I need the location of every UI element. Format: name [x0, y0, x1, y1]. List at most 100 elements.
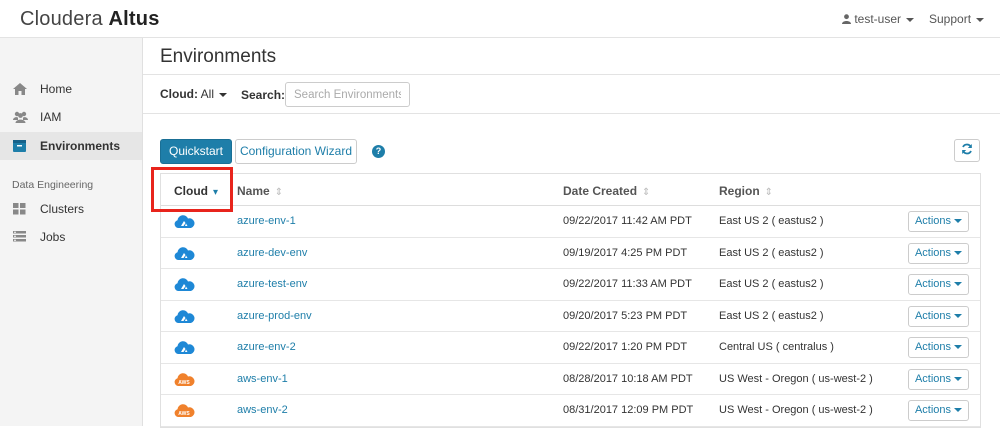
column-header-date-created[interactable]: Date Created ⇕ — [563, 184, 650, 198]
date-created: 09/22/2017 1:20 PM PDT — [563, 341, 688, 353]
date-created: 08/31/2017 12:09 PM PDT — [563, 404, 694, 416]
brand-name: Cloudera — [20, 8, 103, 30]
app-logo[interactable]: Cloudera Altus — [20, 8, 160, 31]
azure-cloud-icon — [173, 309, 195, 325]
top-bar: Cloudera Altus test-user Support — [0, 0, 1000, 38]
region: US West - Oregon ( us-west-2 ) — [719, 372, 873, 385]
actions-button[interactable]: Actions — [908, 305, 969, 327]
table-header: Cloud ▾ Name ⇕ Date Created ⇕ Region ⇕ — [161, 174, 980, 206]
table-row: AWS aws-env-1 08/28/2017 10:18 AM PDT US We… — [161, 364, 980, 395]
actions-label: Actions — [914, 372, 952, 385]
actions-label: Actions — [914, 404, 952, 416]
sidebar-section-title: Data Engineering — [12, 179, 94, 191]
help-icon[interactable]: ? — [372, 145, 385, 158]
column-header-name[interactable]: Name ⇕ — [237, 184, 283, 198]
actions-button[interactable]: Actions — [908, 337, 969, 358]
chevron-down-icon — [219, 92, 228, 97]
quickstart-button[interactable]: Quickstart — [160, 139, 232, 164]
actions-label: Actions — [914, 309, 952, 322]
chevron-down-icon — [954, 219, 963, 224]
sort-icon: ⇕ — [274, 187, 284, 198]
region: US West - Oregon ( us-west-2 ) — [719, 404, 873, 416]
chevron-down-icon — [954, 282, 963, 287]
sort-icon: ⇕ — [764, 187, 774, 198]
search-label: Search: — [241, 88, 286, 102]
column-header-region[interactable]: Region ⇕ — [719, 184, 773, 198]
table-row: azure-prod-env 09/20/2017 5:23 PM PDT East… — [161, 301, 980, 332]
environment-name-link[interactable]: azure-dev-env — [237, 247, 307, 259]
user-menu[interactable]: test-user — [842, 12, 915, 26]
chevron-down-icon — [906, 17, 915, 22]
cloud-filter-value: All — [200, 87, 215, 101]
sidebar-item-environments[interactable]: Environments — [0, 132, 142, 160]
actions-button[interactable]: Actions — [908, 274, 969, 295]
user-name: test-user — [854, 12, 902, 26]
date-created: 09/20/2017 5:23 PM PDT — [563, 309, 688, 322]
actions-button[interactable]: Actions — [908, 211, 969, 232]
list-icon — [13, 231, 27, 243]
aws-cloud-icon: AWS — [173, 372, 195, 388]
region: East US 2 ( eastus2 ) — [719, 246, 824, 259]
chevron-down-icon — [954, 313, 963, 318]
actions-label: Actions — [914, 215, 952, 227]
search-input[interactable] — [285, 82, 410, 107]
chevron-down-icon — [954, 408, 963, 413]
highlight-box — [151, 167, 233, 212]
environment-icon — [13, 140, 27, 152]
azure-cloud-icon — [173, 277, 195, 293]
filter-bar: Cloud: All Search: — [143, 74, 1000, 114]
svg-text:AWS: AWS — [178, 380, 190, 386]
environments-table: Cloud ▾ Name ⇕ Date Created ⇕ Region ⇕ azure… — [160, 173, 981, 428]
sidebar-item-iam[interactable]: IAM — [0, 103, 142, 131]
actions-label: Actions — [914, 341, 952, 353]
date-created: 09/22/2017 11:42 AM PDT — [563, 215, 692, 227]
table-body: azure-env-1 09/22/2017 11:42 AM PDT East U… — [161, 206, 980, 427]
sidebar-item-jobs[interactable]: Jobs — [0, 223, 142, 251]
column-label: Date Created — [563, 184, 638, 198]
environment-name-link[interactable]: azure-prod-env — [237, 310, 312, 322]
column-label: Region — [719, 184, 760, 198]
date-created: 08/28/2017 10:18 AM PDT — [563, 372, 693, 385]
sidebar-item-label: Environments — [40, 139, 121, 153]
actions-button[interactable]: Actions — [908, 368, 969, 390]
users-icon — [13, 111, 28, 123]
cloud-filter-label: Cloud: — [160, 87, 198, 101]
cloud-filter-dropdown[interactable]: Cloud: All — [160, 87, 228, 101]
refresh-button[interactable] — [954, 139, 980, 162]
configuration-wizard-button[interactable]: Configuration Wizard — [235, 139, 357, 164]
chevron-down-icon — [954, 345, 963, 350]
actions-button[interactable]: Actions — [908, 400, 969, 421]
sidebar-item-home[interactable]: Home — [0, 75, 142, 103]
sidebar: Home IAM Environments Data Engineering C… — [0, 38, 143, 426]
table-row: azure-env-2 09/22/2017 1:20 PM PDT Central… — [161, 332, 980, 364]
environment-name-link[interactable]: aws-env-2 — [237, 404, 288, 416]
sort-icon: ⇕ — [642, 187, 651, 198]
column-label: Name — [237, 184, 270, 198]
azure-cloud-icon — [173, 214, 195, 230]
sidebar-item-label: Clusters — [40, 202, 85, 216]
environment-name-link[interactable]: azure-env-2 — [237, 341, 296, 353]
chevron-down-icon — [954, 250, 963, 255]
azure-cloud-icon — [173, 340, 195, 356]
sidebar-item-label: IAM — [40, 110, 62, 124]
home-icon — [13, 83, 27, 95]
chevron-down-icon — [976, 17, 985, 22]
environment-name-link[interactable]: azure-env-1 — [237, 215, 296, 227]
azure-cloud-icon — [173, 246, 195, 262]
environment-name-link[interactable]: azure-test-env — [237, 278, 307, 290]
sidebar-item-label: Home — [40, 82, 73, 96]
date-created: 09/22/2017 11:33 AM PDT — [563, 278, 692, 290]
support-menu[interactable]: Support — [929, 12, 985, 26]
environment-name-link[interactable]: aws-env-1 — [237, 373, 288, 385]
sidebar-item-clusters[interactable]: Clusters — [0, 195, 142, 223]
table-row: AWS aws-env-2 08/31/2017 12:09 PM PDT US We… — [161, 395, 980, 427]
actions-button[interactable]: Actions — [908, 242, 969, 264]
support-label: Support — [929, 12, 972, 26]
sidebar-item-label: Jobs — [40, 230, 66, 244]
region: East US 2 ( eastus2 ) — [719, 309, 824, 322]
user-icon — [842, 12, 854, 26]
chevron-down-icon — [954, 376, 963, 381]
region: East US 2 ( eastus2 ) — [719, 278, 824, 290]
actions-label: Actions — [914, 278, 952, 290]
aws-cloud-icon: AWS — [173, 403, 195, 419]
